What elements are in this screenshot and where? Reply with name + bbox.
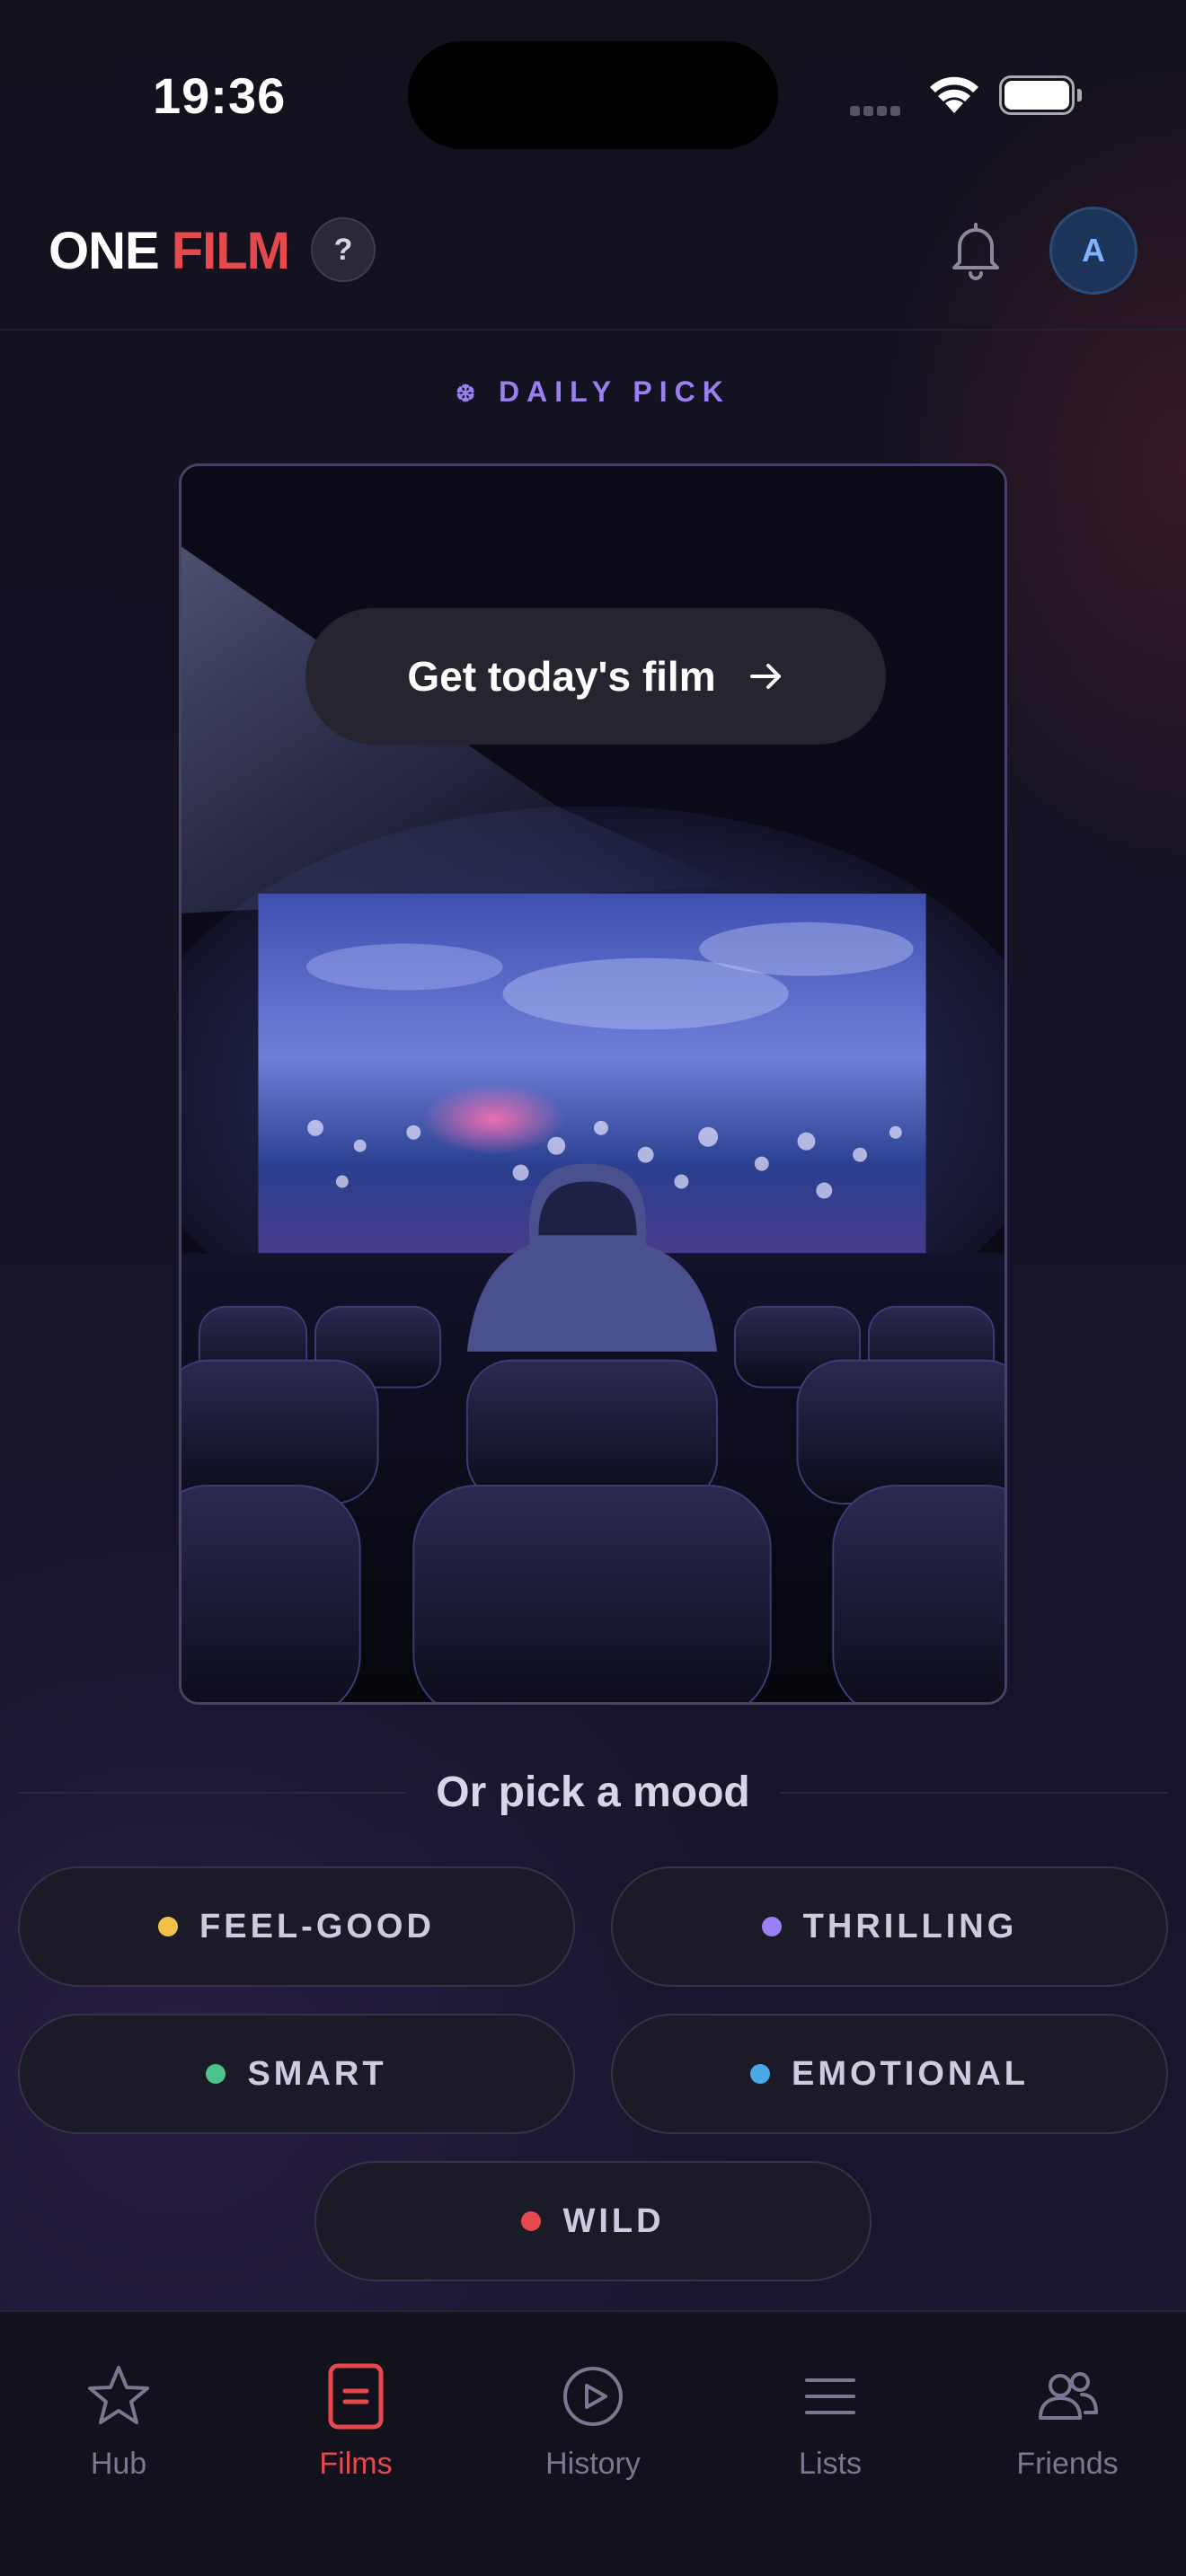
tab-label: Hub [90, 2447, 147, 2481]
mood-label: THRILLING [802, 1907, 1018, 1945]
film-card-icon [328, 2363, 384, 2430]
avatar[interactable]: A [1049, 207, 1137, 295]
battery-icon [999, 75, 1082, 115]
smart-dot [206, 2064, 226, 2084]
get-todays-film-button[interactable]: Get today's film [305, 608, 886, 745]
tab-label: Films [319, 2447, 393, 2481]
dynamic-island [408, 41, 778, 149]
mood-feel-good-button[interactable]: FEEL-GOOD [18, 1866, 575, 1987]
tab-films[interactable]: Films [248, 2362, 464, 2482]
mood-label: SMART [247, 2054, 387, 2093]
logo-film: FILM [171, 222, 290, 280]
cellular-signal-icon [850, 102, 907, 116]
daily-pick-label: ❆ DAILY PICK [456, 375, 730, 408]
wifi-icon [930, 76, 978, 113]
star-icon [88, 2366, 149, 2424]
arrow-right-icon [749, 664, 781, 689]
daily-pick-card[interactable]: Get today's film [179, 463, 1007, 1705]
wild-dot [521, 2211, 542, 2231]
status-bar: 19:36 [0, 0, 1186, 180]
app-logo[interactable]: ONE FILM [49, 221, 290, 281]
play-circle-icon [563, 2367, 623, 2426]
mood-wild-button[interactable]: WILD [314, 2161, 872, 2281]
mood-emotional-button[interactable]: EMOTIONAL [611, 2014, 1168, 2134]
cta-label: Get today's film [407, 653, 716, 700]
bell-icon[interactable] [949, 219, 1003, 282]
tab-lists[interactable]: Lists [722, 2362, 938, 2482]
mood-smart-button[interactable]: SMART [18, 2014, 575, 2134]
thrilling-dot [761, 1917, 782, 1936]
app-header: ONE FILM ? A [0, 180, 1186, 331]
friends-icon [1039, 2372, 1098, 2420]
mood-label: WILD [562, 2201, 665, 2240]
sparkle-icon: ❆ [456, 380, 475, 407]
tab-friends[interactable]: Friends [960, 2362, 1175, 2482]
list-icon [805, 2378, 855, 2414]
tab-label: Friends [1016, 2447, 1119, 2481]
help-button[interactable]: ? [311, 217, 376, 282]
logo-one: ONE [49, 222, 160, 280]
mood-heading-row: Or pick a mood [18, 1764, 1168, 1822]
tab-bar: Hub Films History Lists Friends [0, 2310, 1186, 2576]
mood-thrilling-button[interactable]: THRILLING [611, 1866, 1168, 1987]
mood-label: FEEL-GOOD [199, 1907, 435, 1945]
tab-label: History [545, 2447, 641, 2481]
mood-label: EMOTIONAL [792, 2054, 1029, 2093]
tab-label: Lists [799, 2447, 862, 2481]
emotional-dot [750, 2064, 770, 2084]
mood-title: Or pick a mood [436, 1769, 750, 1816]
tab-history[interactable]: History [485, 2362, 701, 2482]
status-time: 19:36 [153, 67, 287, 124]
tab-hub[interactable]: Hub [11, 2362, 226, 2482]
feel-good-dot [158, 1917, 179, 1936]
